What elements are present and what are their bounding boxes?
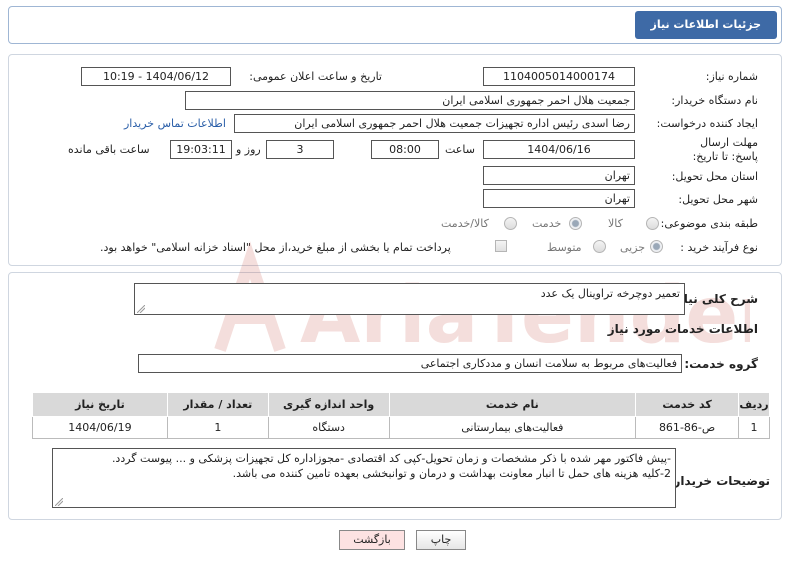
announce-field: 1404/06/12 - 10:19	[81, 67, 231, 86]
category-option-goods: کالا	[608, 217, 623, 230]
service-group-label: گروه خدمت:	[684, 357, 758, 371]
remaining-time-label: ساعت باقی مانده	[68, 143, 150, 156]
buyer-contact-link[interactable]: اطلاعات تماس خریدار	[124, 117, 226, 130]
days-label: روز و	[236, 143, 261, 156]
page-header: جزئیات اطلاعات نیاز	[8, 6, 782, 44]
deadline-time-field: 08:00	[371, 140, 439, 159]
col-name-header: نام خدمت	[388, 392, 637, 417]
col-row-header: ردیف	[738, 392, 770, 417]
city-field: تهران	[483, 189, 635, 208]
back-button[interactable]: بازگشت	[339, 530, 405, 550]
cell-name: فعالیت‌های بیمارستانی	[388, 416, 637, 439]
payment-checkbox[interactable]	[495, 240, 507, 252]
province-label: استان محل تحویل:	[671, 170, 758, 183]
category-option-service: خدمت	[532, 217, 562, 230]
resize-grip-icon[interactable]	[137, 305, 145, 313]
buyer-notes-line-2: 2-کلیه هزینه های حمل تا انبار معاونت بهد…	[232, 467, 671, 480]
category-option-goods-service: کالا/خدمت	[441, 217, 489, 230]
cell-date: 1404/06/19	[32, 416, 168, 439]
city-label: شهر محل تحویل:	[678, 193, 758, 206]
remaining-time-field: 19:03:11	[170, 140, 232, 159]
table-row: 1 ص-86-861 فعالیت‌های بیمارستانی دستگاه …	[32, 416, 770, 439]
buyer-notes-field: -پیش فاکتور مهر شده با ذکر مشخصات و زمان…	[52, 448, 676, 508]
deadline-date-field: 1404/06/16	[483, 140, 635, 159]
buyer-org-label: نام دستگاه خریدار:	[671, 94, 758, 107]
services-table: ردیف کد خدمت نام خدمت واحد اندازه گیری ت…	[32, 392, 770, 439]
category-radio-goods-service[interactable]	[504, 217, 517, 230]
payment-note: پرداخت تمام یا بخشی از مبلغ خرید،از محل …	[100, 241, 451, 254]
process-radio-medium[interactable]	[593, 240, 606, 253]
buyer-notes-label: توضیحات خریدار:	[668, 474, 770, 488]
buyer-notes-line-1: -پیش فاکتور مهر شده با ذکر مشخصات و زمان…	[111, 452, 671, 465]
deadline-label: مهلت ارسال پاسخ: تا تاریخ:	[692, 136, 758, 163]
cell-row: 1	[738, 416, 770, 439]
process-radio-minor[interactable]	[650, 240, 663, 253]
print-button[interactable]: چاپ	[416, 530, 466, 550]
col-unit-header: واحد اندازه گیری	[267, 392, 390, 417]
deadline-time-label: ساعت	[445, 143, 475, 156]
creator-label: ایجاد کننده درخواست:	[656, 117, 758, 130]
process-label: نوع فرآیند خرید :	[680, 241, 758, 254]
resize-grip-icon[interactable]	[55, 498, 63, 506]
need-number-field: 1104005014000174	[483, 67, 635, 86]
category-radio-goods[interactable]	[646, 217, 659, 230]
creator-field: رضا اسدی رئیس اداره تجهیزات جمعیت هلال ا…	[234, 114, 635, 133]
process-option-medium: متوسط	[547, 241, 582, 254]
need-number-label: شماره نیاز:	[705, 70, 758, 83]
col-code-header: کد خدمت	[635, 392, 740, 417]
process-option-minor: جزیی	[620, 241, 646, 254]
announce-label: تاریخ و ساعت اعلان عمومی:	[249, 70, 382, 83]
cell-code: ص-86-861	[635, 416, 740, 439]
cell-unit: دستگاه	[267, 416, 390, 439]
category-radio-service[interactable]	[569, 217, 582, 230]
table-header-row: ردیف کد خدمت نام خدمت واحد اندازه گیری ت…	[32, 392, 770, 417]
days-field: 3	[266, 140, 334, 159]
services-info-title: اطلاعات خدمات مورد نیاز	[607, 322, 758, 336]
cell-qty: 1	[166, 416, 269, 439]
summary-text: تعمیر دوچرخه تراوینال یک عدد	[540, 287, 680, 300]
category-label: طبقه بندی موضوعی:	[660, 217, 758, 230]
page-title: جزئیات اطلاعات نیاز	[634, 11, 777, 39]
col-date-header: تاریخ نیاز	[32, 392, 168, 417]
province-field: تهران	[483, 166, 635, 185]
summary-field: تعمیر دوچرخه تراوینال یک عدد	[134, 283, 685, 315]
col-qty-header: تعداد / مقدار	[166, 392, 269, 417]
buyer-org-field: جمعیت هلال احمر جمهوری اسلامی ایران	[185, 91, 635, 110]
service-group-field: فعالیت‌های مربوط به سلامت انسان و مددکار…	[138, 354, 682, 373]
